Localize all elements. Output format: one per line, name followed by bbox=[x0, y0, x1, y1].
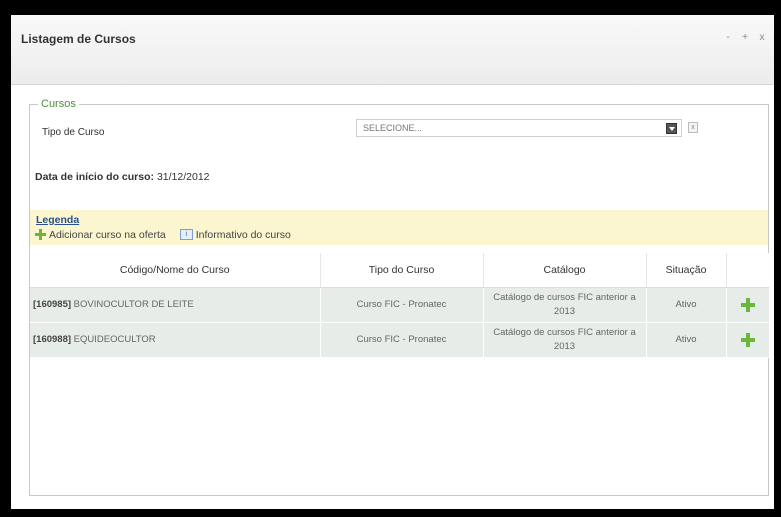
cell-situacao: Ativo bbox=[645, 322, 726, 358]
course-name: EQUIDEOCULTOR bbox=[73, 333, 156, 345]
legenda-add-label: Adicionar curso na oferta bbox=[49, 228, 166, 241]
add-course-icon[interactable] bbox=[740, 332, 755, 347]
cell-situacao: Ativo bbox=[645, 287, 726, 323]
header-codigo-nome[interactable]: Código/Nome do Curso bbox=[30, 253, 320, 288]
add-icon bbox=[34, 228, 47, 241]
data-inicio: Data de início do curso: 31/12/2012 bbox=[35, 171, 210, 183]
header-catalogo[interactable]: Catálogo bbox=[482, 253, 646, 288]
window-controls: - + x bbox=[724, 33, 766, 43]
legenda-items: Adicionar curso na oferta i Informativo … bbox=[34, 228, 291, 241]
course-name: BOVINOCULTOR DE LEITE bbox=[73, 298, 194, 310]
table-header-row: Código/Nome do Curso Tipo do Curso Catál… bbox=[30, 253, 769, 288]
window-title: Listagem de Cursos bbox=[21, 32, 136, 46]
table-row: [160988] EQUIDEOCULTOR Curso FIC - Prona… bbox=[30, 322, 769, 358]
cell-codigo-nome: [160985] BOVINOCULTOR DE LEITE bbox=[30, 287, 320, 323]
minimize-icon[interactable]: - bbox=[724, 33, 732, 43]
course-code: [160988] bbox=[33, 333, 72, 345]
clear-selection-button[interactable]: x bbox=[688, 122, 698, 133]
tipo-curso-label: Tipo de Curso bbox=[42, 127, 105, 138]
header-tipo[interactable]: Tipo do Curso bbox=[319, 253, 483, 288]
cell-action bbox=[725, 287, 769, 323]
window-title-bar: Listagem de Cursos - + x bbox=[11, 15, 774, 85]
tipo-curso-select[interactable]: SELECIONE... bbox=[356, 119, 682, 137]
legenda-title: Legenda bbox=[36, 214, 80, 226]
header-situacao[interactable]: Situação bbox=[645, 253, 726, 288]
legenda-info-label: Informativo do curso bbox=[195, 228, 291, 241]
cell-catalogo: Catálogo de cursos FIC anterior a 2013 bbox=[482, 287, 646, 323]
cell-codigo-nome: [160988] EQUIDEOCULTOR bbox=[30, 322, 320, 358]
info-icon: i bbox=[179, 229, 193, 240]
data-inicio-value: 31/12/2012 bbox=[156, 171, 210, 183]
chevron-down-icon[interactable] bbox=[666, 123, 677, 134]
cell-tipo: Curso FIC - Pronatec bbox=[319, 287, 483, 323]
course-code: [160985] bbox=[33, 298, 72, 310]
maximize-icon[interactable]: + bbox=[741, 33, 749, 43]
cell-action bbox=[725, 322, 769, 358]
cursos-table: Código/Nome do Curso Tipo do Curso Catál… bbox=[30, 253, 769, 358]
table-row: [160985] BOVINOCULTOR DE LEITE Curso FIC… bbox=[30, 287, 769, 323]
close-icon[interactable]: x bbox=[758, 33, 766, 43]
legenda-panel: Legenda Adicionar curso na oferta i Info… bbox=[30, 210, 768, 245]
data-inicio-label: Data de início do curso: bbox=[35, 171, 155, 183]
cell-tipo: Curso FIC - Pronatec bbox=[319, 322, 483, 358]
header-action bbox=[725, 253, 769, 288]
cursos-fieldset: Cursos Tipo de Curso SELECIONE... x Data… bbox=[29, 98, 769, 496]
add-course-icon[interactable] bbox=[740, 297, 755, 312]
cell-catalogo: Catálogo de cursos FIC anterior a 2013 bbox=[482, 322, 646, 358]
tipo-curso-select-value: SELECIONE... bbox=[363, 123, 423, 133]
fieldset-legend: Cursos bbox=[38, 98, 79, 110]
window: Listagem de Cursos - + x Cursos Tipo de … bbox=[9, 13, 776, 511]
